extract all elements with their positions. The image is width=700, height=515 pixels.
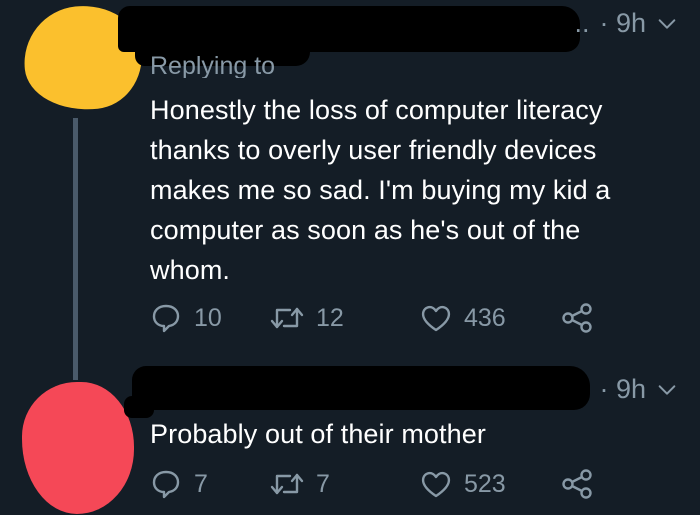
like-count: 436 [464,303,506,332]
tweet-text: Honestly the loss of computer literacy t… [150,95,611,285]
like-button[interactable]: 523 [420,469,560,499]
timestamp[interactable]: · 9h [599,8,646,39]
reply-icon [152,304,180,333]
tweet-meta: · 9h [599,374,678,405]
tweet-actions: 7 7 523 [150,468,594,500]
tweet-meta: .. · 9h [574,8,678,39]
share-icon [562,303,592,333]
redacted-username [132,366,590,410]
reply-icon [152,470,180,499]
retweet-button[interactable]: 7 [270,469,420,499]
chevron-down-icon[interactable] [656,379,678,401]
timestamp[interactable]: · 9h [599,374,646,405]
redacted-username [118,6,580,52]
like-icon [421,471,451,498]
retweet-count: 7 [316,469,330,498]
reply-count: 10 [194,303,222,332]
reply-button[interactable]: 7 [150,468,270,500]
chevron-down-icon[interactable] [656,13,678,35]
tweet-actions: 10 12 436 [150,302,594,334]
reply-count: 7 [194,469,208,498]
tweet-text: Probably out of their mother [150,419,486,449]
like-button[interactable]: 436 [420,303,560,333]
avatar[interactable] [22,382,134,514]
retweet-button[interactable]: 12 [270,303,420,333]
share-button[interactable] [560,468,594,500]
like-icon [421,305,451,332]
retweet-count: 12 [316,303,344,332]
retweet-icon [270,307,304,329]
like-count: 523 [464,469,506,498]
retweet-icon [270,473,304,495]
ellipsis: .. [574,8,590,38]
share-icon [562,469,592,499]
share-button[interactable] [560,302,594,334]
replying-to: Replying to [150,52,276,78]
reply-button[interactable]: 10 [150,302,270,334]
thread-line [73,118,78,380]
